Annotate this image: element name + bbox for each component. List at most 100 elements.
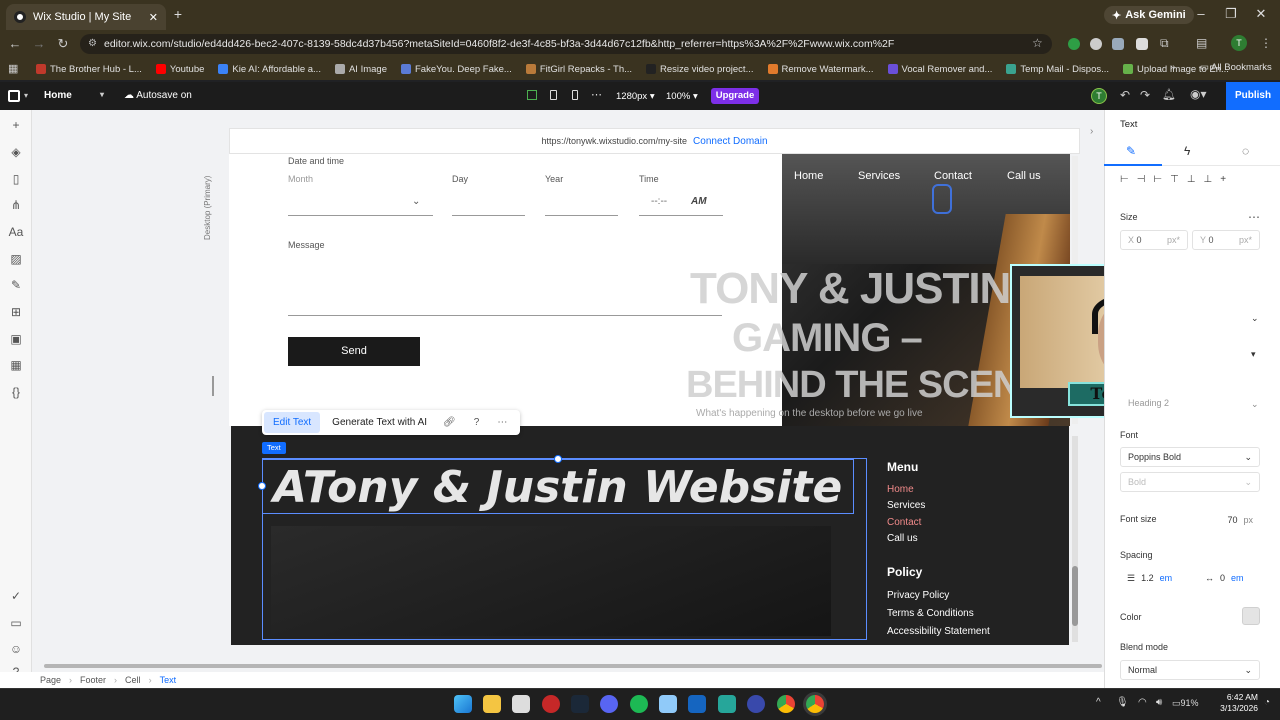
y-position-field[interactable]: Y 0 px*	[1192, 230, 1260, 250]
extension-icon[interactable]	[1090, 38, 1102, 50]
year-field[interactable]: Year	[545, 174, 618, 216]
zoom-dropdown[interactable]: 100% ▾	[666, 91, 698, 102]
page-selector[interactable]: Home ▾	[44, 90, 106, 101]
bookmark-item[interactable]: FakeYou. Deep Fake...	[401, 64, 512, 75]
minimize-window-icon[interactable]: –	[1186, 6, 1216, 24]
file-explorer-icon[interactable]	[483, 695, 501, 713]
shield-extension-icon[interactable]	[1136, 38, 1148, 50]
hero-nav-home[interactable]: Home	[794, 170, 823, 182]
breadcrumb-item[interactable]: Footer	[80, 675, 106, 685]
site-structure-icon[interactable]: ⋔	[8, 197, 24, 213]
day-field[interactable]: Day	[452, 174, 525, 216]
apps-grid-icon[interactable]: ▦	[8, 62, 18, 75]
time-field[interactable]: --:-- AM	[639, 196, 723, 216]
close-tab-icon[interactable]: ✕	[149, 11, 158, 24]
generate-text-ai-button[interactable]: Generate Text with AI	[332, 417, 427, 428]
media-icon[interactable]: ▨	[8, 251, 24, 267]
forward-icon[interactable]: →	[30, 35, 48, 53]
app-icon[interactable]	[542, 695, 560, 713]
breadcrumb-item[interactable]: Cell	[125, 675, 141, 685]
redo-icon[interactable]: ↷	[1140, 88, 1150, 102]
notifications-bell-icon[interactable]: 🔔︎	[1162, 88, 1176, 101]
apps-icon[interactable]: ⊞	[8, 304, 24, 320]
send-button[interactable]: Send	[288, 337, 420, 366]
layers-icon[interactable]: ◈	[8, 144, 24, 160]
mobile-breakpoint-icon[interactable]	[572, 90, 578, 100]
bookmark-item[interactable]: Kie AI: Affordable a...	[218, 64, 321, 75]
help-icon[interactable]: ?	[474, 417, 480, 428]
notification-center-icon[interactable]: ◔	[1264, 697, 1270, 708]
bookmark-item[interactable]: Temp Mail - Dispos...	[1006, 64, 1109, 75]
browser-tab[interactable]: Wix Studio | My Site ✕	[6, 4, 166, 30]
resize-handle-top[interactable]	[554, 455, 562, 463]
resize-handle-left[interactable]	[258, 482, 266, 490]
ai-bulb-icon[interactable]: ◌	[1242, 144, 1249, 158]
font-weight-dropdown[interactable]: Bold ⌄	[1120, 472, 1260, 492]
bookmark-star-icon[interactable]: ☆	[1032, 36, 1043, 50]
canvas-scrollbar[interactable]	[1072, 436, 1078, 642]
link-icon[interactable]: 🔗︎	[443, 417, 456, 428]
bookmark-item[interactable]: Remove Watermark...	[767, 64, 874, 75]
site-info-icon[interactable]: ⚙	[88, 38, 97, 49]
tray-chevron-icon[interactable]: ^	[1096, 697, 1101, 708]
bookmark-item[interactable]: The Brother Hub - L...	[36, 64, 142, 75]
alignment-tools-icon[interactable]: ⊢⊣⊢⊤⊥⊥+	[1120, 174, 1260, 185]
bookmark-item[interactable]: FitGirl Repacks - Th...	[525, 64, 632, 75]
hero-nav-call-us[interactable]: Call us	[1007, 170, 1041, 182]
spotify-icon[interactable]	[630, 695, 648, 713]
hero-nav-contact[interactable]: Contact	[934, 170, 972, 182]
speaker-icon[interactable]: 🔊︎	[1156, 697, 1162, 708]
chrome-active-icon[interactable]	[806, 695, 824, 713]
chrome-icon[interactable]	[777, 695, 795, 713]
undo-icon[interactable]: ↶	[1120, 88, 1130, 102]
accessibility-icon[interactable]: ☺	[8, 641, 24, 657]
accessibility-statement-link[interactable]: Accessibility Statement	[887, 626, 990, 637]
footer-link-contact[interactable]: Contact	[887, 517, 921, 528]
ask-gemini-button[interactable]: ✦ Ask Gemini	[1104, 6, 1194, 24]
cms-table-icon[interactable]: ▦	[8, 357, 24, 373]
assets-icon[interactable]: ▣	[8, 331, 24, 347]
bookmark-item[interactable]: AI Image	[334, 64, 387, 75]
app-icon[interactable]	[718, 695, 736, 713]
blend-mode-dropdown[interactable]: Normal ⌄	[1120, 660, 1260, 680]
new-tab-icon[interactable]: +	[170, 6, 186, 24]
chevron-down-icon[interactable]: ▾	[24, 91, 28, 100]
size-more-icon[interactable]: ⋯	[1248, 210, 1260, 224]
discord-icon[interactable]	[600, 695, 618, 713]
footer-link-services[interactable]: Services	[887, 500, 925, 511]
wix-studio-logo-icon[interactable]	[8, 90, 20, 102]
breakpoint-width-dropdown[interactable]: 1280px ▾	[616, 91, 655, 102]
profile-avatar[interactable]: T	[1231, 35, 1247, 51]
close-window-icon[interactable]: ✕	[1246, 6, 1276, 24]
desktop-breakpoint-icon[interactable]	[527, 90, 537, 100]
design-brush-icon[interactable]: ✎	[1126, 144, 1136, 158]
font-family-dropdown[interactable]: Poppins Bold ⌄	[1120, 447, 1260, 467]
comments-icon[interactable]: ▭	[8, 615, 24, 631]
more-breakpoints-icon[interactable]: ⋯	[591, 88, 602, 101]
interactions-bolt-icon[interactable]: ϟ	[1184, 144, 1190, 158]
letter-spacing-field[interactable]: ↔ 0 em	[1198, 568, 1260, 588]
font-size-field[interactable]: 70 px	[1210, 510, 1260, 530]
line-spacing-field[interactable]: ☰ 1.2 em	[1120, 568, 1182, 588]
terms-conditions-link[interactable]: Terms & Conditions	[887, 608, 974, 619]
color-swatch[interactable]	[1242, 607, 1260, 625]
tablet-breakpoint-icon[interactable]	[550, 90, 557, 100]
address-bar[interactable]: ⚙ editor.wix.com/studio/ed4dd426-bec2-40…	[80, 34, 1052, 54]
collapse-chevron-icon[interactable]: ›	[1090, 126, 1093, 137]
side-panel-icon[interactable]: ▤	[1196, 36, 1207, 50]
back-icon[interactable]: ←	[6, 35, 24, 53]
reload-icon[interactable]: ↻	[54, 35, 72, 53]
hero-nav-services[interactable]: Services	[858, 170, 900, 182]
breadcrumb-item[interactable]: Text	[160, 675, 177, 685]
typography-icon[interactable]: Aa	[8, 224, 24, 240]
system-clock[interactable]: 6:42 AM 3/13/2026	[1208, 692, 1258, 714]
footer-heading-text[interactable]: ATony & Justin Website	[262, 459, 854, 514]
store-icon[interactable]	[512, 695, 530, 713]
message-textarea[interactable]	[288, 256, 722, 316]
more-bookmarks-chevron-icon[interactable]: »	[1170, 62, 1176, 73]
bookmark-item[interactable]: Vocal Remover and...	[887, 64, 992, 75]
chevron-down-icon[interactable]: ⌄	[1244, 308, 1260, 328]
app-icon[interactable]	[659, 695, 677, 713]
extension-icon[interactable]	[1068, 38, 1080, 50]
privacy-policy-link[interactable]: Privacy Policy	[887, 590, 949, 601]
